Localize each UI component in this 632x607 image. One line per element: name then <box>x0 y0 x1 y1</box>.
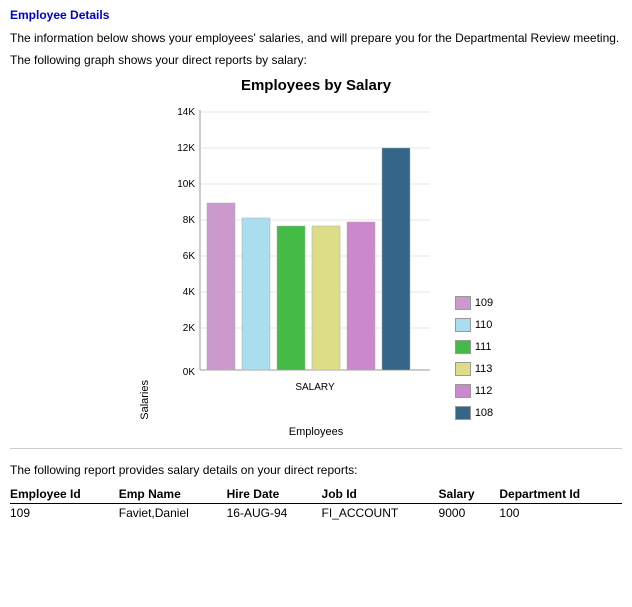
x-axis-title: Employees <box>10 426 622 438</box>
page-title: Employee Details <box>10 8 622 22</box>
chart-area: Salaries 14K 12K 10K 8K <box>139 100 493 420</box>
svg-text:4K: 4K <box>183 287 196 298</box>
chart-title: Employees by Salary <box>10 77 622 94</box>
employee-table: Employee Id Emp Name Hire Date Job Id Sa… <box>10 485 622 522</box>
chart-svg: 14K 12K 10K 8K 6K 4K 2K <box>155 100 445 420</box>
table-row: 109 Faviet,Daniel 16-AUG-94 FI_ACCOUNT 9… <box>10 503 622 522</box>
legend-color-108 <box>455 406 471 420</box>
legend-label-111: 111 <box>475 341 492 353</box>
cell-employee-id: 109 <box>10 503 119 522</box>
svg-text:14K: 14K <box>177 107 195 118</box>
svg-text:2K: 2K <box>183 323 196 334</box>
legend-label-113: 113 <box>475 363 493 375</box>
legend-color-112 <box>455 384 471 398</box>
cell-hire-date: 16-AUG-94 <box>227 503 322 522</box>
cell-salary: 9000 <box>439 503 500 522</box>
legend-label-108: 108 <box>475 407 493 419</box>
svg-text:6K: 6K <box>183 251 196 262</box>
legend-item-110: 110 <box>455 318 493 332</box>
legend-item-113: 113 <box>455 362 493 376</box>
y-axis-label: Salaries <box>139 380 151 420</box>
chart-container: Salaries 14K 12K 10K 8K <box>10 100 622 420</box>
legend-color-110 <box>455 318 471 332</box>
svg-text:0K: 0K <box>183 367 196 378</box>
svg-text:SALARY: SALARY <box>295 382 335 393</box>
legend-color-113 <box>455 362 471 376</box>
legend-item-111: 111 <box>455 340 493 354</box>
separator <box>10 448 622 449</box>
legend-item-109: 109 <box>455 296 493 310</box>
legend-label-112: 112 <box>475 385 493 397</box>
col-header-job-id: Job Id <box>322 485 439 504</box>
svg-text:8K: 8K <box>183 215 196 226</box>
col-header-salary: Salary <box>439 485 500 504</box>
cell-department-id: 100 <box>499 503 622 522</box>
col-header-emp-name: Emp Name <box>119 485 227 504</box>
col-header-employee-id: Employee Id <box>10 485 119 504</box>
legend-color-111 <box>455 340 471 354</box>
intro-text: The information below shows your employe… <box>10 30 622 47</box>
cell-job-id: FI_ACCOUNT <box>322 503 439 522</box>
legend-label-110: 110 <box>475 319 493 331</box>
graph-intro: The following graph shows your direct re… <box>10 53 622 67</box>
col-header-department-id: Department Id <box>499 485 622 504</box>
cell-emp-name: Faviet,Daniel <box>119 503 227 522</box>
legend-label-109: 109 <box>475 297 493 309</box>
col-header-hire-date: Hire Date <box>227 485 322 504</box>
chart-inner: 14K 12K 10K 8K 6K 4K 2K <box>155 100 445 420</box>
report-intro: The following report provides salary det… <box>10 463 622 477</box>
legend-item-108: 108 <box>455 406 493 420</box>
svg-text:10K: 10K <box>177 179 195 190</box>
legend-color-109 <box>455 296 471 310</box>
table-header-row: Employee Id Emp Name Hire Date Job Id Sa… <box>10 485 622 504</box>
chart-legend: 109 110 111 113 112 108 <box>455 296 493 420</box>
svg-text:12K: 12K <box>177 143 195 154</box>
legend-item-112: 112 <box>455 384 493 398</box>
